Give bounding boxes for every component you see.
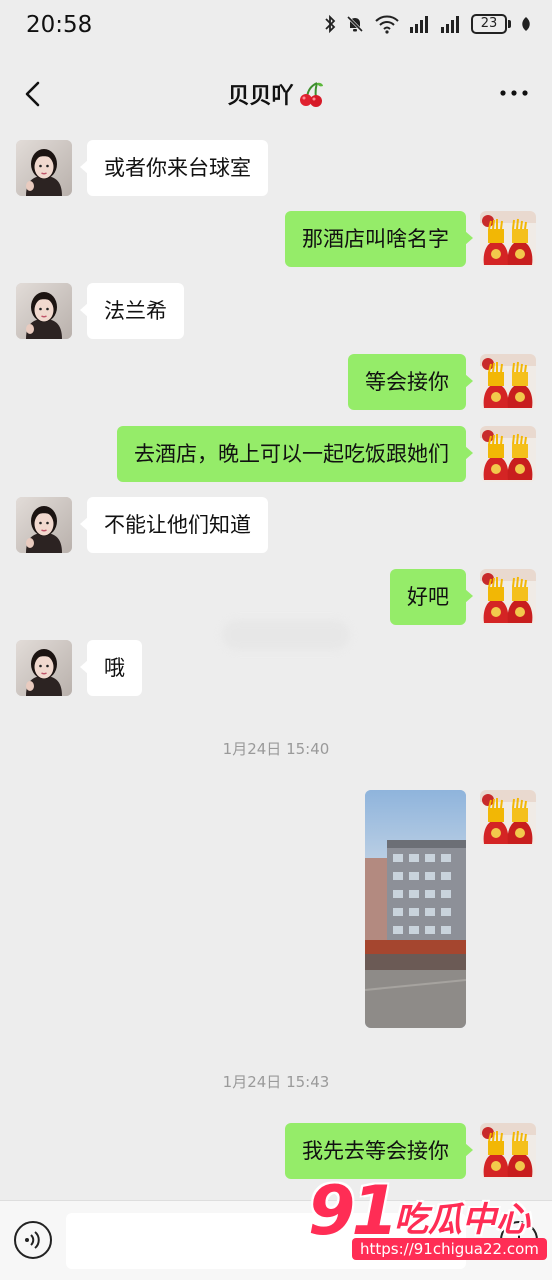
signal-icon: [410, 16, 428, 33]
battery-level: 23: [471, 14, 507, 34]
contact-avatar[interactable]: [16, 140, 72, 196]
message-bubble[interactable]: 法兰希: [80, 283, 184, 339]
voice-button[interactable]: [14, 1221, 52, 1259]
watermark-url: https://91chigua22.com: [352, 1238, 547, 1260]
battery-icon: 23: [471, 14, 511, 34]
message-bubble[interactable]: 好吧: [390, 569, 473, 625]
more-dots-icon[interactable]: [498, 86, 530, 100]
message-row: 我先去等会接你: [0, 1123, 552, 1179]
message-bubble[interactable]: 我先去等会接你: [285, 1123, 473, 1179]
watermark-title: 吃瓜中心: [394, 1200, 530, 1240]
self-avatar[interactable]: [480, 790, 536, 846]
message-bubble[interactable]: 那酒店叫啥名字: [285, 211, 473, 267]
message-row: 或者你来台球室: [0, 140, 552, 196]
message-row: 那酒店叫啥名字: [0, 211, 552, 267]
message-row: 法兰希: [0, 283, 552, 339]
chat-header: 贝贝吖: [0, 56, 552, 132]
chat-title: 贝贝吖: [0, 78, 552, 110]
message-timestamp: 1月24日 15:43: [222, 1073, 330, 1091]
mute-bell-icon: [346, 15, 364, 33]
self-avatar[interactable]: [480, 426, 536, 482]
watermark: 91 吃瓜中心 https://91chigua22.com: [308, 1172, 547, 1268]
status-icons: 23: [324, 14, 532, 34]
self-avatar[interactable]: [480, 354, 536, 410]
voice-icon: [25, 1231, 40, 1249]
self-avatar[interactable]: [480, 211, 536, 267]
message-bubble[interactable]: 不能让他们知道: [80, 497, 268, 553]
status-time: 20:58: [26, 12, 93, 38]
cherry-icon: [299, 82, 323, 107]
message-bubble[interactable]: 哦: [80, 640, 142, 696]
message-row: 哦: [0, 640, 552, 696]
message-bubble[interactable]: 去酒店，晚上可以一起吃饭跟她们: [117, 426, 473, 482]
self-avatar[interactable]: [480, 1123, 536, 1179]
signal-icon: [441, 16, 459, 33]
contact-avatar[interactable]: [16, 497, 72, 553]
bluetooth-icon: [325, 14, 336, 34]
message-bubble[interactable]: 等会接你: [348, 354, 473, 410]
message-row: 好吧: [0, 569, 552, 625]
wifi-icon: [375, 15, 399, 34]
contact-avatar[interactable]: [16, 640, 72, 696]
message-row: 不能让他们知道: [0, 497, 552, 553]
contact-avatar[interactable]: [16, 283, 72, 339]
self-avatar[interactable]: [480, 569, 536, 625]
building-photo[interactable]: [365, 790, 466, 1028]
chat-title-text: 贝贝吖: [227, 84, 294, 109]
message-row: 去酒店，晚上可以一起吃饭跟她们: [0, 426, 552, 482]
leaf-icon: [522, 17, 530, 31]
message-row: 等会接你: [0, 354, 552, 410]
message-timestamp: 1月24日 15:40: [222, 740, 330, 758]
message-bubble[interactable]: 或者你来台球室: [80, 140, 268, 196]
status-bar: 20:58 23: [0, 0, 552, 56]
message-row: [0, 790, 552, 1030]
